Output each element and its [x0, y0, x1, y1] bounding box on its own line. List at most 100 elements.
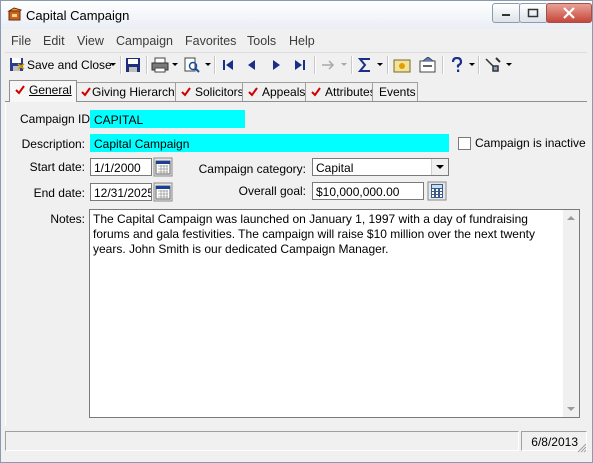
scroll-up-icon[interactable] [567, 216, 575, 220]
last-record-button[interactable] [290, 55, 310, 75]
tab-label: Appeals [262, 85, 306, 99]
minimize-button[interactable] [492, 3, 521, 23]
floppy-disk-icon [126, 58, 140, 72]
printer-icon [151, 57, 169, 73]
first-record-button[interactable] [218, 55, 238, 75]
calculator-button[interactable] [427, 181, 447, 201]
chevron-down-icon [377, 63, 383, 66]
print-preview-icon [184, 57, 200, 73]
chevron-down-icon[interactable] [431, 159, 448, 175]
menu-favorites[interactable]: Favorites [185, 34, 236, 48]
campaign-id-field[interactable]: CAPITAL [90, 110, 245, 128]
toolbar-divider [387, 56, 389, 74]
start-date-field[interactable]: 1/1/2000 [90, 158, 152, 176]
save-close-icon [10, 58, 25, 71]
go-to-button[interactable] [318, 55, 348, 75]
tab-label: General [29, 83, 72, 97]
menu-view[interactable]: View [77, 34, 104, 48]
previous-record-button[interactable] [242, 55, 262, 75]
title-bar[interactable]: Capital Campaign [1, 1, 592, 29]
arrow-right-icon [322, 60, 335, 70]
chevron-down-icon [341, 63, 347, 66]
menu-help[interactable]: Help [289, 34, 315, 48]
chevron-down-icon [469, 63, 475, 66]
status-message-pane [5, 431, 519, 451]
save-close-label: Save and Close [27, 58, 112, 72]
end-date-field[interactable]: 12/31/2025 [90, 183, 152, 201]
folder-star-icon [393, 59, 411, 73]
overall-goal-label: Overall goal: [238, 184, 306, 198]
tab-giving-hierarchy[interactable]: Giving Hierarchy [75, 82, 181, 101]
menu-campaign[interactable]: Campaign [116, 34, 173, 48]
toolbar-divider [146, 56, 148, 74]
calendar-icon [153, 182, 173, 202]
toolbar: Save and Close [5, 52, 587, 77]
tab-attributes[interactable]: Attributes [305, 82, 376, 101]
toolbar-divider [478, 56, 480, 74]
overall-goal-field[interactable]: $10,000,000.00 [312, 182, 424, 200]
tab-label: Giving Hierarchy [92, 85, 181, 99]
first-record-icon [223, 60, 233, 70]
close-button[interactable] [546, 3, 592, 23]
chevron-down-icon [172, 63, 178, 66]
notes-scrollbar[interactable] [563, 210, 579, 417]
tab-strip: General Giving Hierarchy Solicitors Appe… [5, 80, 587, 102]
tab-solicitors[interactable]: Solicitors [175, 82, 244, 101]
toolbar-divider [351, 56, 353, 74]
minimize-icon [502, 14, 510, 16]
menu-edit[interactable]: Edit [43, 34, 65, 48]
properties-icon [419, 57, 436, 73]
start-date-label: Start date: [29, 160, 85, 174]
end-date-calendar-button[interactable] [153, 182, 173, 202]
toolbar-divider [314, 56, 316, 74]
print-button[interactable] [149, 55, 179, 75]
check-mark-icon [81, 87, 91, 97]
status-bar: 6/8/2013 [5, 431, 587, 453]
window-title: Capital Campaign [26, 8, 130, 23]
notes-textarea[interactable]: The Capital Campaign was launched on Jan… [89, 209, 580, 418]
tools-button[interactable] [482, 55, 512, 75]
toolbar-divider [442, 56, 444, 74]
attachments-button[interactable] [391, 55, 413, 75]
inactive-checkbox[interactable] [458, 137, 471, 150]
tab-general[interactable]: General [9, 80, 77, 102]
tab-label: Attributes [325, 85, 376, 99]
menu-file[interactable]: File [11, 34, 31, 48]
next-record-icon [273, 60, 280, 70]
totals-button[interactable] [355, 55, 385, 75]
help-button[interactable] [446, 55, 476, 75]
menu-bar: File Edit View Campaign Favorites Tools … [5, 32, 587, 50]
close-icon [563, 7, 575, 19]
maximize-button[interactable] [519, 3, 548, 23]
save-button[interactable] [123, 55, 143, 75]
menu-tools[interactable]: Tools [247, 34, 276, 48]
resize-grip-icon[interactable] [575, 441, 587, 453]
description-field[interactable]: Capital Campaign [90, 134, 449, 152]
question-mark-icon [451, 57, 463, 72]
notes-label: Notes: [50, 212, 85, 226]
start-date-calendar-button[interactable] [153, 157, 173, 177]
sigma-icon [357, 58, 370, 72]
tab-events[interactable]: Events [372, 82, 418, 101]
maximize-icon [527, 8, 539, 18]
calendar-icon [153, 157, 173, 177]
tab-appeals[interactable]: Appeals [242, 82, 307, 101]
end-date-label: End date: [33, 186, 85, 200]
calculator-icon [427, 181, 447, 201]
print-preview-button[interactable] [181, 55, 211, 75]
scroll-down-icon[interactable] [567, 407, 575, 411]
check-mark-icon [248, 87, 258, 97]
tab-label: Solicitors [195, 85, 244, 99]
next-record-button[interactable] [266, 55, 286, 75]
tools-icon [485, 57, 501, 72]
campaign-category-select[interactable]: Capital [312, 158, 449, 176]
campaign-category-value: Capital [316, 161, 354, 175]
properties-button[interactable] [417, 55, 439, 75]
campaign-app-icon [7, 7, 22, 21]
save-and-close-button[interactable]: Save and Close [7, 55, 117, 75]
toolbar-divider [120, 56, 122, 74]
last-record-icon [295, 60, 305, 70]
notes-text: The Capital Campaign was launched on Jan… [93, 212, 535, 256]
description-label: Description: [21, 137, 85, 151]
check-mark-icon [181, 87, 191, 97]
